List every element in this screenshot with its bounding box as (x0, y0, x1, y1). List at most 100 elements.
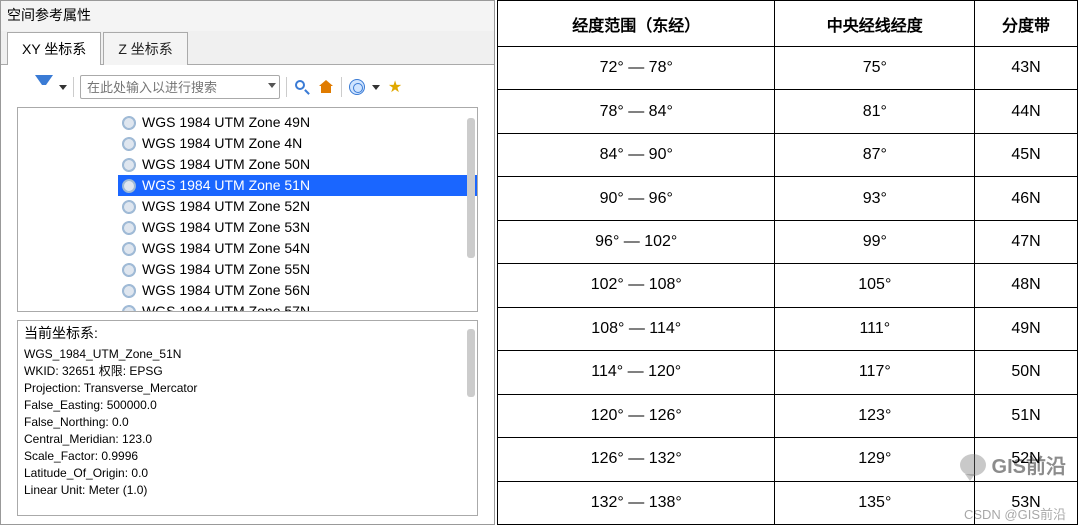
detail-line: WGS_1984_UTM_Zone_51N (24, 346, 471, 363)
new-globe-icon[interactable] (348, 78, 366, 96)
header-zone: 分度带 (975, 1, 1078, 47)
cell-zone: 47N (975, 220, 1078, 263)
table-row: 90° — 96°93°46N (498, 177, 1078, 220)
cell-meridian: 135° (775, 481, 975, 524)
list-item[interactable]: WGS 1984 UTM Zone 52N (118, 196, 477, 217)
detail-line: Central_Meridian: 123.0 (24, 431, 471, 448)
cell-range: 114° — 120° (498, 351, 775, 394)
cell-meridian: 75° (775, 47, 975, 90)
tab-xy[interactable]: XY 坐标系 (7, 32, 101, 65)
table-row: 102° — 108°105°48N (498, 264, 1078, 307)
list-item-label: WGS 1984 UTM Zone 55N (142, 260, 310, 279)
tab-body: ★ WGS 1984 UTM Zone 49NWGS 1984 UTM Zone… (1, 65, 494, 524)
detail-line: Linear Unit: Meter (1.0) (24, 482, 471, 499)
list-item[interactable]: WGS 1984 UTM Zone 57N (118, 301, 477, 312)
list-item[interactable]: WGS 1984 UTM Zone 56N (118, 280, 477, 301)
cell-range: 102° — 108° (498, 264, 775, 307)
globe-icon (122, 200, 136, 214)
table-row: 72° — 78°75°43N (498, 47, 1078, 90)
cell-range: 96° — 102° (498, 220, 775, 263)
scrollbar[interactable] (467, 118, 475, 258)
detail-line: False_Easting: 500000.0 (24, 397, 471, 414)
list-item[interactable]: WGS 1984 UTM Zone 4N (118, 133, 477, 154)
table-row: 78° — 84°81°44N (498, 90, 1078, 133)
cell-meridian: 123° (775, 394, 975, 437)
table-row: 120° — 126°123°51N (498, 394, 1078, 437)
cell-range: 84° — 90° (498, 133, 775, 176)
separator (341, 77, 342, 97)
cell-zone: 53N (975, 481, 1078, 524)
globe-icon (122, 221, 136, 235)
details-title: 当前坐标系: (24, 325, 471, 342)
spatial-reference-panel: 空间参考属性 XY 坐标系 Z 坐标系 ★ WGS 1984 UTM Zone … (0, 0, 495, 525)
list-item[interactable]: WGS 1984 UTM Zone 50N (118, 154, 477, 175)
detail-line: WKID: 32651 权限: EPSG (24, 363, 471, 380)
globe-icon (122, 179, 136, 193)
header-meridian: 中央经线经度 (775, 1, 975, 47)
filter-dropdown-icon[interactable] (59, 85, 67, 90)
search-icon[interactable] (293, 78, 311, 96)
toolbar: ★ (9, 75, 486, 99)
favorite-icon[interactable]: ★ (386, 78, 404, 96)
list-item-label: WGS 1984 UTM Zone 49N (142, 113, 310, 132)
cell-range: 72° — 78° (498, 47, 775, 90)
cell-zone: 46N (975, 177, 1078, 220)
details-panel: 当前坐标系: WGS_1984_UTM_Zone_51N WKID: 32651… (17, 320, 478, 516)
cell-meridian: 129° (775, 438, 975, 481)
globe-icon (122, 284, 136, 298)
list-item-label: WGS 1984 UTM Zone 56N (142, 281, 310, 300)
panel-title: 空间参考属性 (1, 1, 494, 31)
tab-bar: XY 坐标系 Z 坐标系 (1, 31, 494, 65)
list-item-label: WGS 1984 UTM Zone 52N (142, 197, 310, 216)
cell-zone: 52N (975, 438, 1078, 481)
cell-range: 132° — 138° (498, 481, 775, 524)
detail-line: Projection: Transverse_Mercator (24, 380, 471, 397)
table-row: 96° — 102°99°47N (498, 220, 1078, 263)
list-item[interactable]: WGS 1984 UTM Zone 54N (118, 238, 477, 259)
table-row: 108° — 114°111°49N (498, 307, 1078, 350)
globe-icon (122, 305, 136, 313)
cell-range: 108° — 114° (498, 307, 775, 350)
cell-meridian: 111° (775, 307, 975, 350)
cell-zone: 43N (975, 47, 1078, 90)
globe-icon (122, 263, 136, 277)
cell-meridian: 93° (775, 177, 975, 220)
separator (286, 77, 287, 97)
search-input[interactable] (80, 75, 280, 99)
list-item[interactable]: WGS 1984 UTM Zone 55N (118, 259, 477, 280)
list-item-label: WGS 1984 UTM Zone 50N (142, 155, 310, 174)
cell-zone: 48N (975, 264, 1078, 307)
globe-icon (122, 137, 136, 151)
cell-range: 126° — 132° (498, 438, 775, 481)
list-item[interactable]: WGS 1984 UTM Zone 51N (118, 175, 477, 196)
header-range: 经度范围（东经） (498, 1, 775, 47)
cell-meridian: 87° (775, 133, 975, 176)
list-item[interactable]: WGS 1984 UTM Zone 53N (118, 217, 477, 238)
cell-range: 90° — 96° (498, 177, 775, 220)
chevron-down-icon[interactable] (268, 83, 276, 88)
filter-icon[interactable] (35, 78, 53, 96)
cell-zone: 49N (975, 307, 1078, 350)
tab-z[interactable]: Z 坐标系 (103, 32, 187, 65)
home-icon[interactable] (317, 78, 335, 96)
detail-line: Latitude_Of_Origin: 0.0 (24, 465, 471, 482)
cell-meridian: 81° (775, 90, 975, 133)
table-row: 84° — 90°87°45N (498, 133, 1078, 176)
cell-meridian: 117° (775, 351, 975, 394)
table-row: 132° — 138°135°53N (498, 481, 1078, 524)
list-item-label: WGS 1984 UTM Zone 57N (142, 302, 310, 312)
list-item-label: WGS 1984 UTM Zone 54N (142, 239, 310, 258)
coordinate-system-list: WGS 1984 UTM Zone 49NWGS 1984 UTM Zone 4… (17, 107, 478, 312)
globe-icon (122, 158, 136, 172)
new-dropdown-icon[interactable] (372, 85, 380, 90)
table-row: 114° — 120°117°50N (498, 351, 1078, 394)
list-item-label: WGS 1984 UTM Zone 51N (142, 176, 310, 195)
list-item[interactable]: WGS 1984 UTM Zone 49N (118, 112, 477, 133)
cell-range: 120° — 126° (498, 394, 775, 437)
separator (73, 77, 74, 97)
scrollbar[interactable] (467, 329, 475, 397)
cell-zone: 51N (975, 394, 1078, 437)
table-row: 126° — 132°129°52N (498, 438, 1078, 481)
globe-icon (122, 116, 136, 130)
detail-line: Scale_Factor: 0.9996 (24, 448, 471, 465)
